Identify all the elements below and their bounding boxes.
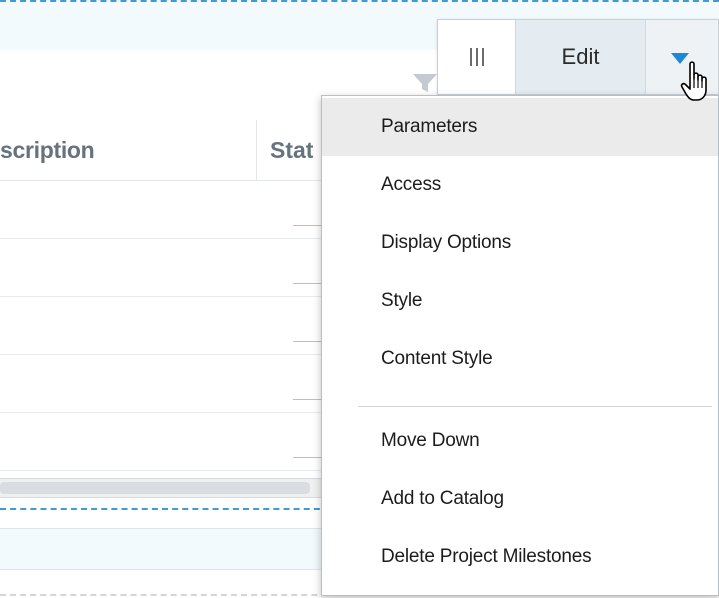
- page: scription Stat Edit Parameters Access Di…: [0, 0, 719, 598]
- scrollbar-thumb[interactable]: [0, 482, 310, 494]
- menu-item-style[interactable]: Style: [322, 272, 718, 330]
- empty-cell-dash: [293, 283, 323, 284]
- empty-cell-dash: [293, 399, 323, 400]
- panel-bottom-border: [0, 508, 330, 510]
- menu-item-move-down[interactable]: Move Down: [322, 412, 718, 470]
- column-grip-icon: [469, 48, 484, 66]
- empty-cell-dash: [293, 225, 323, 226]
- column-grip-button[interactable]: [438, 20, 516, 94]
- column-divider[interactable]: [256, 120, 257, 180]
- menu-separator: [358, 406, 712, 407]
- actions-menu: Parameters Access Display Options Style …: [321, 95, 719, 596]
- table-row[interactable]: [0, 297, 330, 355]
- menu-item-add-to-catalog[interactable]: Add to Catalog: [322, 470, 718, 528]
- filter-icon[interactable]: [412, 72, 438, 94]
- hand-pointer-cursor-icon: [680, 61, 707, 101]
- table-row[interactable]: [0, 239, 330, 297]
- table-row[interactable]: [0, 413, 330, 471]
- menu-item-access[interactable]: Access: [322, 156, 718, 214]
- empty-cell-dash: [293, 341, 323, 342]
- edit-button[interactable]: Edit: [516, 20, 646, 94]
- menu-item-content-style[interactable]: Content Style: [322, 330, 718, 388]
- next-panel-strip: [0, 528, 330, 570]
- region-toolbar: Edit: [437, 19, 719, 95]
- horizontal-scrollbar[interactable]: [0, 478, 330, 498]
- table-row[interactable]: [0, 181, 330, 239]
- table-row[interactable]: [0, 355, 330, 413]
- menu-item-parameters[interactable]: Parameters: [322, 98, 718, 156]
- menu-item-display-options[interactable]: Display Options: [322, 214, 718, 272]
- menu-item-delete-project-milestones[interactable]: Delete Project Milestones: [322, 528, 718, 586]
- empty-cell-dash: [293, 457, 323, 458]
- column-header-description[interactable]: scription: [0, 137, 95, 164]
- table-header: scription Stat: [0, 120, 330, 181]
- column-header-status[interactable]: Stat: [270, 137, 313, 164]
